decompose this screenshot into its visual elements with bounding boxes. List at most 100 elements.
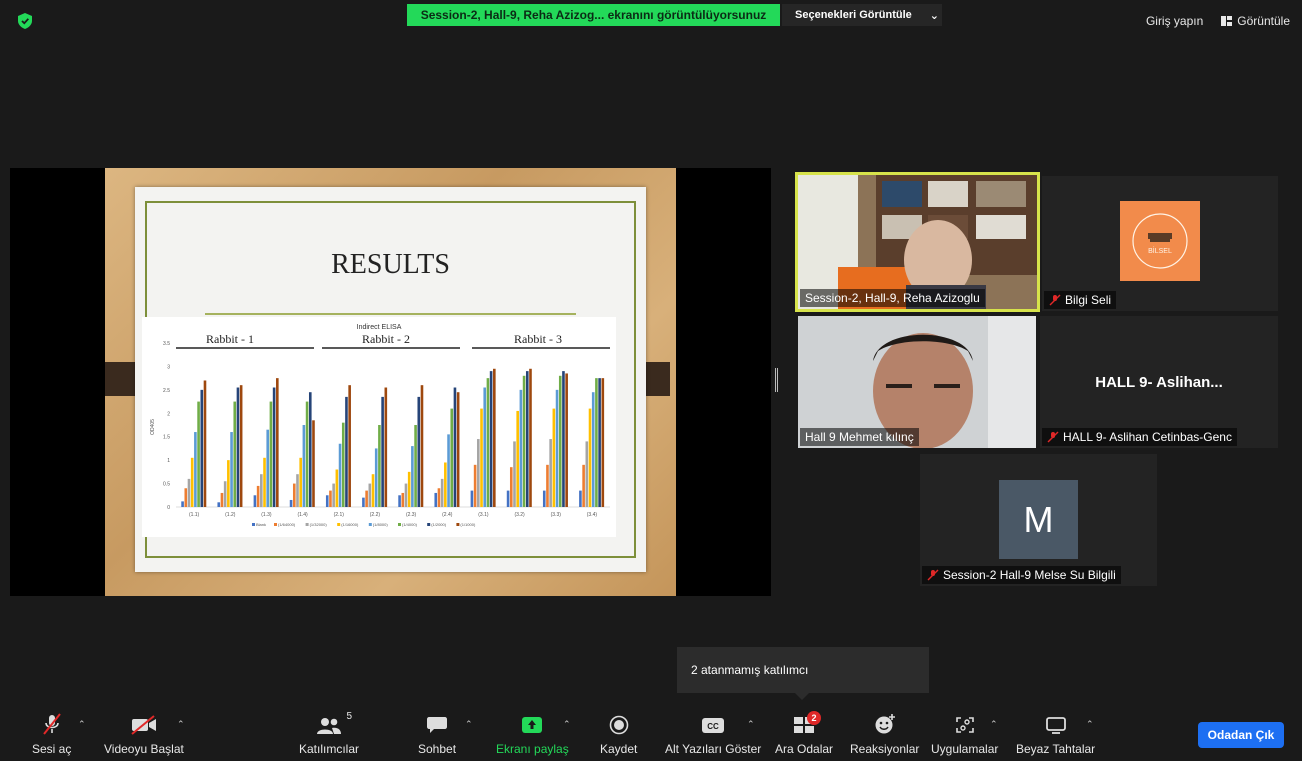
chart-bar <box>335 469 339 507</box>
chart-bar <box>371 474 375 507</box>
chart-bar <box>489 371 493 507</box>
participants-count: 5 <box>346 711 352 722</box>
legend-label: (1/64000) <box>278 522 296 527</box>
whiteboards-options-caret[interactable]: ⌃ <box>1086 719 1094 730</box>
y-tick-label: 1 <box>167 458 170 464</box>
participants-button[interactable]: 5 Katılımcılar <box>299 711 359 756</box>
x-tick-label: (3.3) <box>551 512 562 518</box>
view-button[interactable]: Görüntüle <box>1221 14 1290 28</box>
chart-bar <box>444 462 447 507</box>
legend-swatch <box>456 523 460 526</box>
security-shield-icon[interactable] <box>18 13 32 29</box>
legend-label: Blank <box>256 522 266 527</box>
chat-button[interactable]: Sohbet <box>418 713 456 756</box>
chart-bar <box>525 371 529 507</box>
legend-label: (1/1000) <box>460 522 476 527</box>
apps-options-caret[interactable]: ⌃ <box>990 719 998 730</box>
chart-bar <box>483 387 487 507</box>
record-icon <box>609 715 628 735</box>
chat-icon <box>427 717 448 733</box>
sharing-banner: Session-2, Hall-9, Reha Azizog... ekranı… <box>407 4 780 26</box>
share-options-caret[interactable]: ⌃ <box>563 719 571 730</box>
chart-bar <box>506 490 510 507</box>
chat-options-caret[interactable]: ⌃ <box>465 719 473 730</box>
chart-bar <box>513 441 516 507</box>
chart-bar <box>440 478 444 507</box>
chart-bar <box>289 499 293 507</box>
apps-icon <box>955 717 974 733</box>
chart-bar <box>579 490 582 507</box>
chart-bar <box>325 495 329 507</box>
chart-bar <box>414 425 417 507</box>
leave-room-button[interactable]: Odadan Çık <box>1198 722 1284 748</box>
chart-bar <box>203 380 207 507</box>
svg-text:BİLSEL: BİLSEL <box>1148 246 1172 255</box>
whiteboards-button[interactable]: Beyaz Tahtalar <box>1016 713 1095 756</box>
unmute-button[interactable]: Sesi aç <box>32 713 71 756</box>
chart-bar <box>200 389 204 507</box>
legend-swatch <box>252 523 255 526</box>
resize-splitter[interactable] <box>775 368 778 392</box>
chart-bar <box>362 497 365 507</box>
chart-bar <box>401 492 405 507</box>
reactions-button[interactable]: Reaksiyonlar <box>850 713 919 756</box>
chart-bar <box>312 420 315 507</box>
legend-label: (1/16000) <box>341 522 359 527</box>
x-tick-label: (3.4) <box>587 512 598 518</box>
apps-button[interactable]: Uygulamalar <box>931 713 998 756</box>
chart-bar <box>233 401 237 507</box>
sign-in-link[interactable]: Giriş yapın <box>1146 14 1203 28</box>
reactions-label: Reaksiyonlar <box>850 742 920 756</box>
breakout-rooms-button[interactable]: 2 Ara Odalar <box>775 711 833 756</box>
chart-bar <box>565 373 568 507</box>
video-tile-mehmet[interactable]: Hall 9 Mehmet kılınç <box>798 316 1036 448</box>
chart-bar <box>404 483 408 507</box>
y-tick-label: 3.5 <box>163 341 170 347</box>
x-tick-label: (1.1) <box>189 512 200 518</box>
video-tile-bilgi-seli[interactable]: BİLSEL Bilgi Seli <box>1042 176 1278 311</box>
chart-bar <box>417 396 421 507</box>
breakout-tooltip: 2 atanmamış katılımcı <box>677 647 929 693</box>
shared-screen[interactable]: RESULTS Indirect ELISA Rabbit - 1 Rabbit… <box>10 168 771 596</box>
start-video-button[interactable]: Videoyu Başlat <box>104 713 184 756</box>
x-tick-label: (2.2) <box>370 512 381 518</box>
chart-bar <box>552 408 556 507</box>
participant-name-bilgi-seli: Bilgi Seli <box>1044 291 1117 309</box>
x-tick-label: (3.2) <box>514 512 525 518</box>
view-options-label: Seçenekleri Görüntüle <box>795 9 912 21</box>
top-right-controls: Giriş yapın Görüntüle <box>1146 14 1290 28</box>
chart-bar <box>374 448 378 507</box>
chart-bar <box>338 443 342 507</box>
chart-bar <box>260 474 263 507</box>
chart-bar <box>227 460 230 507</box>
view-options-button[interactable]: Seçenekleri Görüntüle ⌄ <box>782 4 942 26</box>
chevron-down-icon: ⌄ <box>929 9 939 22</box>
legend-swatch <box>368 523 372 526</box>
chart-bar <box>308 392 312 507</box>
chart-bar <box>348 385 351 507</box>
legend-label: (1/8000) <box>373 522 389 527</box>
chart-bar <box>493 368 496 507</box>
x-tick-label: (3.1) <box>478 512 489 518</box>
chart-bar <box>181 501 184 507</box>
apps-label: Uygulamalar <box>931 742 999 756</box>
record-button[interactable]: Kaydet <box>600 713 637 756</box>
participants-icon <box>317 718 341 734</box>
chart-bar <box>253 495 257 507</box>
video-tile-melse[interactable]: M Session-2 Hall-9 Melse Su Bilgili <box>920 454 1157 586</box>
video-tile-aslihan[interactable]: HALL 9- Aslihan... HALL 9- Aslihan Cetin… <box>1040 316 1278 448</box>
video-tile-reha[interactable]: Session-2, Hall-9, Reha Azizoglu <box>795 172 1040 312</box>
chart-bar <box>437 488 441 507</box>
chart-bar <box>555 389 559 507</box>
chart-bar <box>272 387 276 507</box>
chart-bar <box>480 408 483 507</box>
captions-options-caret[interactable]: ⌃ <box>747 719 755 730</box>
audio-options-caret[interactable]: ⌃ <box>78 719 86 730</box>
chart-bar <box>509 467 513 507</box>
video-off-icon <box>131 715 156 735</box>
unmute-label: Sesi aç <box>32 742 72 756</box>
video-options-caret[interactable]: ⌃ <box>177 719 185 730</box>
zoom-meeting-window: Session-2, Hall-9, Reha Azizog... ekranı… <box>0 0 1302 761</box>
reaction-smiley-icon <box>875 714 895 734</box>
share-screen-button[interactable]: Ekranı paylaş <box>496 713 569 756</box>
